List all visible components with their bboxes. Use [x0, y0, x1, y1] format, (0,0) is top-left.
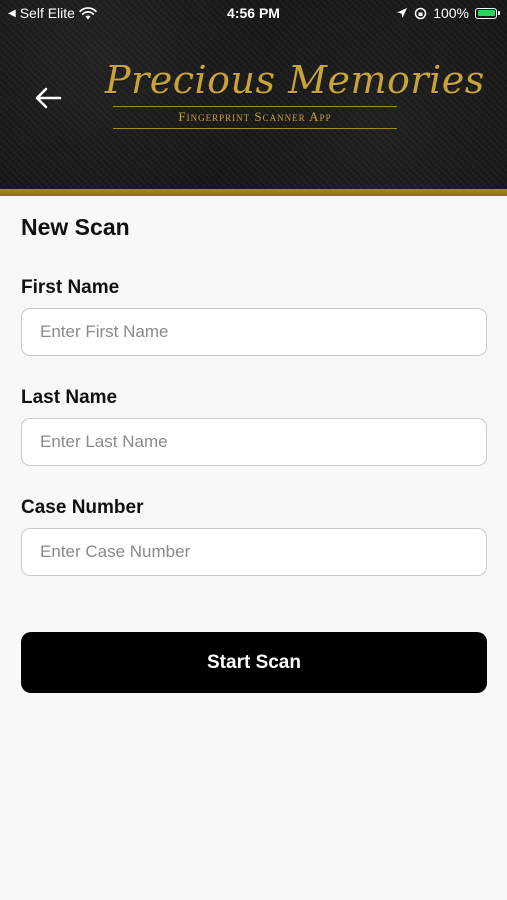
back-button[interactable]	[30, 82, 66, 114]
battery-icon	[475, 7, 500, 19]
logo-divider-bottom	[113, 128, 397, 129]
logo-divider	[113, 106, 397, 107]
last-name-field[interactable]	[21, 418, 487, 466]
app-logo: Precious Memories Fingerprint Scanner Ap…	[105, 58, 485, 138]
status-bar: ◀ Self Elite 4:56 PM 100%	[0, 0, 507, 28]
arrow-left-icon	[35, 87, 62, 109]
case-number-field[interactable]	[21, 528, 487, 576]
case-number-label: Case Number	[21, 497, 144, 518]
status-right: 100%	[396, 5, 500, 21]
logo-subtitle: Fingerprint Scanner App	[178, 109, 332, 124]
start-scan-button[interactable]: Start Scan	[21, 632, 487, 693]
battery-percent: 100%	[433, 5, 469, 21]
page-title: New Scan	[21, 214, 130, 240]
logo-title: Precious Memories	[105, 58, 485, 102]
rotation-lock-icon	[414, 7, 427, 19]
location-icon	[397, 8, 408, 18]
app-header: ◀ Self Elite 4:56 PM 100% Precious Memor…	[0, 0, 507, 189]
first-name-field[interactable]	[21, 308, 487, 356]
first-name-label: First Name	[21, 277, 120, 298]
header-accent-bar	[0, 189, 507, 196]
last-name-label: Last Name	[21, 387, 118, 408]
